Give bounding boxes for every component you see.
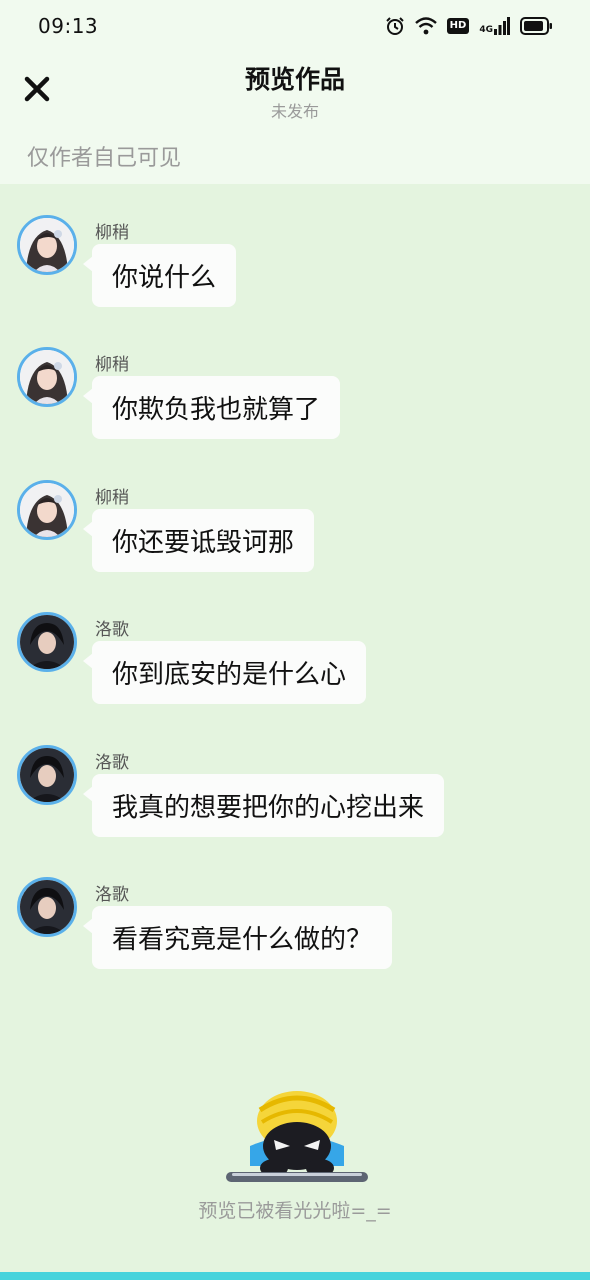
female-avatar[interactable] <box>17 215 77 275</box>
page-title: 预览作品 <box>244 65 345 94</box>
speaker-name: 柳稍 <box>95 355 129 375</box>
network-label: 4G <box>479 25 493 35</box>
hd-badge: HD <box>446 18 470 34</box>
footer-note: 预览已被看光光啦=_= <box>198 1200 392 1222</box>
chat-message: 柳稍 你还要诋毁诃那 <box>0 449 590 572</box>
message-bubble: 你欺负我也就算了 <box>82 376 341 439</box>
male-avatar[interactable] <box>17 745 77 805</box>
speaker-name: 柳稍 <box>95 223 129 243</box>
wifi-icon <box>414 17 437 35</box>
status-icons: HD 4G <box>385 14 552 38</box>
chat-message: 洛歌 看看究竟是什么做的？ <box>0 846 590 969</box>
speaker-name: 洛歌 <box>95 753 129 773</box>
female-avatar[interactable] <box>17 480 77 540</box>
chat-message: 柳稍 你说什么 <box>0 184 590 307</box>
chat-message: 洛歌 我真的想要把你的心挖出来 <box>0 714 590 837</box>
chat-message: 柳稍 你欺负我也就算了 <box>0 316 590 439</box>
battery-icon <box>520 17 552 35</box>
speaker-name: 洛歌 <box>95 620 129 640</box>
speaker-name: 柳稍 <box>95 488 129 508</box>
message-bubble: 我真的想要把你的心挖出来 <box>82 774 445 837</box>
chat-message: 洛歌 你到底安的是什么心 <box>0 581 590 704</box>
message-bubble: 看看究竟是什么做的？ <box>82 906 393 969</box>
male-avatar[interactable] <box>17 612 77 672</box>
bottom-accent-bar <box>0 1272 590 1280</box>
male-avatar[interactable] <box>17 877 77 937</box>
status-time: 09:13 <box>38 14 99 38</box>
speaker-name: 洛歌 <box>95 885 129 905</box>
alarm-icon <box>385 17 404 35</box>
visibility-note: 仅作者自己可见 <box>27 146 182 171</box>
signal-icon: 4G <box>479 17 510 35</box>
female-avatar[interactable] <box>17 347 77 407</box>
publish-status: 未发布 <box>270 102 319 121</box>
mascot-icon <box>226 1091 368 1182</box>
top-bar: 09:13 HD 4G 预览作品 未发布 仅作者自己可见 <box>0 0 590 184</box>
message-bubble: 你到底安的是什么心 <box>82 641 367 704</box>
message-bubble: 你还要诋毁诃那 <box>82 509 315 572</box>
message-bubble: 你说什么 <box>82 244 237 307</box>
